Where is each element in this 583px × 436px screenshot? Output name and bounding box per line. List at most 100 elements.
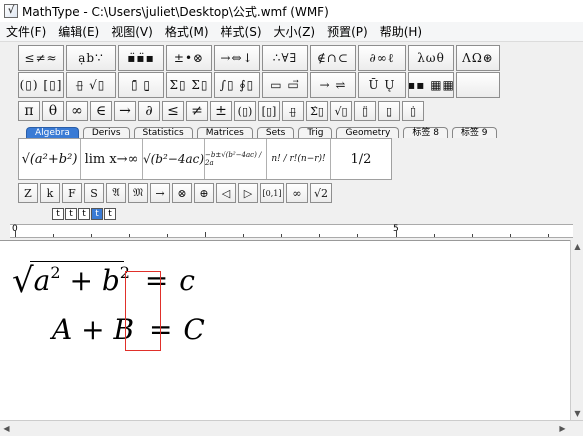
style-f-button[interactable]: F bbox=[62, 183, 82, 203]
template-tab-bar: Algebra Derivs Statistics Matrices Sets … bbox=[26, 127, 501, 138]
size-subsubscript-button[interactable]: t bbox=[78, 208, 90, 220]
small-symbol-bar: π θ ∞ ∈ → ∂ ≤ ≠ ± (▯) [▯] ▯̶ Σ̇▯ √▯ ▯̈ ▯… bbox=[18, 101, 426, 121]
pi-symbol-button[interactable]: π bbox=[18, 101, 40, 121]
combination-template[interactable]: n! / r!(n−r)! bbox=[267, 139, 331, 179]
menu-view[interactable]: 视图(V) bbox=[105, 23, 159, 40]
pythagorean-sqrt-template[interactable]: √(a²+b²) bbox=[19, 139, 81, 179]
circled-plus-button[interactable]: ⊕ bbox=[194, 183, 214, 203]
limit-template[interactable]: lim x→∞ bbox=[81, 139, 143, 179]
fraktur-m-button[interactable]: 𝔐 bbox=[128, 183, 148, 203]
equation-editing-area[interactable]: √a2 + b2 = c A + B = C bbox=[0, 240, 570, 420]
brackets-template-button[interactable]: [▯] bbox=[258, 101, 280, 121]
tab-algebra[interactable]: Algebra bbox=[26, 127, 79, 138]
one-half-template[interactable]: 1/2 bbox=[331, 139, 391, 179]
infinity-style-button[interactable]: ∞ bbox=[286, 183, 308, 203]
parentheses-template-button[interactable]: (▯) bbox=[234, 101, 256, 121]
matrix-templates-button[interactable]: ▪▪ ▦▦ bbox=[408, 72, 454, 98]
ruler: 0 5 bbox=[10, 224, 573, 238]
partial-symbol-button[interactable]: ∂ bbox=[138, 101, 160, 121]
menu-format[interactable]: 格式(M) bbox=[159, 23, 215, 40]
size-symbol-button[interactable]: t bbox=[91, 208, 103, 220]
size-subsymbol-button[interactable]: t bbox=[104, 208, 116, 220]
integral-templates-button[interactable]: ∫▯ ∮▯ bbox=[214, 72, 260, 98]
tab-sets[interactable]: Sets bbox=[256, 127, 295, 138]
arrows-palette-button[interactable]: →⇔↓ bbox=[214, 45, 260, 71]
style-symbol-bar: Z k F S 𝔄 𝔐 → ⊗ ⊕ ◁ ▷ [0,1] ∞ √2 bbox=[18, 183, 334, 203]
superscript-template-button[interactable]: ▯̈ bbox=[354, 101, 376, 121]
right-triangle-button[interactable]: ▷ bbox=[238, 183, 258, 203]
misc-symbols-palette-button[interactable]: ∂∞ℓ bbox=[358, 45, 406, 71]
menu-help[interactable]: 帮助(H) bbox=[374, 23, 428, 40]
sqrt2-button[interactable]: √2 bbox=[310, 183, 332, 203]
fraktur-a-button[interactable]: 𝔄 bbox=[106, 183, 126, 203]
scroll-down-icon[interactable]: ▼ bbox=[571, 407, 583, 420]
scroll-left-icon[interactable]: ◀ bbox=[0, 422, 13, 435]
subscript-template-button[interactable]: ▯̱ bbox=[378, 101, 400, 121]
tab-label-8[interactable]: 标签 8 bbox=[403, 127, 448, 138]
title-bar: √ MathType - C:\Users\juliet\Desktop\公式.… bbox=[0, 0, 583, 22]
menu-size[interactable]: 大小(Z) bbox=[268, 23, 322, 40]
right-arrow-symbol-button[interactable]: → bbox=[114, 101, 136, 121]
radical-sign: √ bbox=[12, 261, 34, 301]
labeled-arrow-templates-button[interactable]: → ⇌ bbox=[310, 72, 356, 98]
equation-line-1[interactable]: √a2 + b2 = c bbox=[12, 259, 195, 301]
tab-trig[interactable]: Trig bbox=[298, 127, 333, 138]
left-triangle-button[interactable]: ◁ bbox=[216, 183, 236, 203]
style-k-button[interactable]: k bbox=[40, 183, 60, 203]
horizontal-scrollbar[interactable]: ◀ ▶ bbox=[0, 420, 583, 436]
products-templates-button[interactable]: Ū Ų bbox=[358, 72, 406, 98]
dot-accent-template-button[interactable]: ▯̇ bbox=[402, 101, 424, 121]
infinity-symbol-button[interactable]: ∞ bbox=[66, 101, 88, 121]
interval-button[interactable]: [0,1] bbox=[260, 183, 284, 203]
logic-palette-button[interactable]: ∴∀∃ bbox=[262, 45, 308, 71]
plus-minus-symbol-button[interactable]: ± bbox=[210, 101, 232, 121]
quadratic-formula-template[interactable]: −b±√(b²−4ac) / 2a bbox=[205, 139, 267, 179]
summation-template-button[interactable]: Σ̇▯ bbox=[306, 101, 328, 121]
scroll-up-icon[interactable]: ▲ bbox=[571, 240, 583, 253]
tab-derivs[interactable]: Derivs bbox=[82, 127, 130, 138]
radical-template-button[interactable]: √▯ bbox=[330, 101, 352, 121]
menu-file[interactable]: 文件(F) bbox=[0, 23, 52, 40]
tab-label-9[interactable]: 标签 9 bbox=[451, 127, 497, 138]
operators-palette-button[interactable]: ±•⊗ bbox=[166, 45, 212, 71]
equals-alignment-highlight bbox=[125, 271, 161, 351]
menu-style[interactable]: 样式(S) bbox=[215, 23, 268, 40]
empty-palette-slot bbox=[456, 72, 500, 98]
embellishments-palette-button[interactable]: ▪̈▪̈▪ bbox=[118, 45, 164, 71]
style-s-button[interactable]: S bbox=[84, 183, 104, 203]
tab-matrices[interactable]: Matrices bbox=[196, 127, 253, 138]
arrow-style-button[interactable]: → bbox=[150, 183, 170, 203]
element-of-symbol-button[interactable]: ∈ bbox=[90, 101, 112, 121]
size-subscript-button[interactable]: t bbox=[65, 208, 77, 220]
tab-geometry[interactable]: Geometry bbox=[336, 127, 400, 138]
fraction-radical-templates-button[interactable]: ▯̶ √▯ bbox=[66, 72, 116, 98]
set-theory-palette-button[interactable]: ∉∩⊂ bbox=[310, 45, 356, 71]
menu-edit[interactable]: 编辑(E) bbox=[52, 23, 105, 40]
greek-uppercase-palette-button[interactable]: ΛΩ⊛ bbox=[456, 45, 500, 71]
rhs-capital-c: C bbox=[183, 313, 205, 346]
spaces-ellipses-palette-button[interactable]: ạb∵ bbox=[66, 45, 116, 71]
menu-preferences[interactable]: 预置(P) bbox=[321, 23, 374, 40]
size-full-button[interactable]: t bbox=[52, 208, 64, 220]
symbol-palette-row-1: ≤≠≈ ạb∵ ▪̈▪̈▪ ±•⊗ →⇔↓ ∴∀∃ ∉∩⊂ ∂∞ℓ λωθ ΛΩ… bbox=[18, 45, 502, 71]
vertical-scrollbar[interactable]: ▲ ▼ bbox=[570, 240, 583, 420]
fraction-template-button[interactable]: ▯̶ bbox=[282, 101, 304, 121]
circled-times-button[interactable]: ⊗ bbox=[172, 183, 192, 203]
discriminant-sqrt-template[interactable]: √(b²−4ac) bbox=[143, 139, 205, 179]
fence-templates-button[interactable]: (▯) [▯] bbox=[18, 72, 64, 98]
style-z-button[interactable]: Z bbox=[18, 183, 38, 203]
plus-sign: + bbox=[60, 264, 102, 297]
less-equal-symbol-button[interactable]: ≤ bbox=[162, 101, 184, 121]
underbar-overbar-templates-button[interactable]: ▭ ▭⃗ bbox=[262, 72, 308, 98]
greek-lowercase-palette-button[interactable]: λωθ bbox=[408, 45, 454, 71]
summation-templates-button[interactable]: Σ▯ Σ▯ bbox=[166, 72, 212, 98]
window-title: MathType - C:\Users\juliet\Desktop\公式.wm… bbox=[22, 4, 329, 19]
theta-symbol-button[interactable]: θ bbox=[42, 101, 64, 121]
mathtype-app-icon: √ bbox=[4, 4, 18, 18]
lhs-a-plus-b: A + B bbox=[52, 313, 135, 346]
subscript-superscript-templates-button[interactable]: ▯̄ ▯̱ bbox=[118, 72, 164, 98]
relations-palette-button[interactable]: ≤≠≈ bbox=[18, 45, 64, 71]
not-equal-symbol-button[interactable]: ≠ bbox=[186, 101, 208, 121]
scroll-right-icon[interactable]: ▶ bbox=[556, 422, 569, 435]
tab-statistics[interactable]: Statistics bbox=[133, 127, 193, 138]
